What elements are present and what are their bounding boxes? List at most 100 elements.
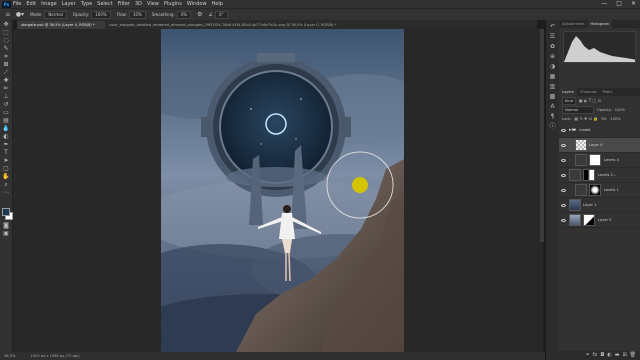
visibility-eye-icon[interactable] [561, 143, 567, 148]
new-layer-icon[interactable]: ⊞ [622, 351, 626, 360]
tab-histogram[interactable]: Histogram [587, 20, 613, 28]
rectangle-tool-icon[interactable]: ▢ [2, 165, 10, 172]
menu-help[interactable]: Help [212, 1, 223, 7]
visibility-eye-icon[interactable] [561, 203, 567, 208]
swatches-panel-icon[interactable]: ▦ [549, 74, 556, 80]
home-icon[interactable]: ⌂ [6, 11, 10, 18]
eraser-tool-icon[interactable]: ▭ [2, 109, 10, 116]
layer-row[interactable]: Levels 1 [559, 183, 640, 198]
hand-tool-icon[interactable]: ✋ [2, 173, 10, 180]
layer-row[interactable]: Levels 2... [559, 168, 640, 183]
layer-opacity-value[interactable]: 100% [615, 108, 625, 112]
opacity-field[interactable]: 100% [91, 10, 111, 19]
window-controls: — □ ✕ [601, 0, 636, 7]
adjustment-layer-icon[interactable]: ◐ [607, 351, 611, 360]
layer-row[interactable]: Layer 1 [559, 198, 640, 213]
history-brush-tool-icon[interactable]: ↺ [2, 101, 10, 108]
layer-row[interactable]: Levels 3 [559, 153, 640, 168]
visibility-eye-icon[interactable] [561, 188, 567, 193]
quick-select-tool-icon[interactable]: ✎ [2, 45, 10, 52]
canvas-scrollbar[interactable] [540, 29, 544, 242]
tab-layers[interactable]: Layers [559, 88, 577, 96]
filter-icons[interactable]: ▣ ◐ T ▢ ⊡ [579, 98, 601, 103]
fx-icon[interactable]: fx [593, 351, 598, 360]
add-mask-icon[interactable]: ◘ [600, 351, 604, 360]
menu-edit[interactable]: Edit [26, 1, 36, 7]
menu-layer[interactable]: Layer [62, 1, 76, 7]
menu-select[interactable]: Select [97, 1, 112, 7]
blur-tool-icon[interactable]: 💧 [2, 125, 10, 132]
menu-type[interactable]: Type [81, 1, 92, 7]
screen-mode-icon[interactable]: ▣ [2, 230, 10, 237]
gradients-panel-icon[interactable]: ▥ [549, 84, 556, 90]
tab-adjustments[interactable]: Adjustments [559, 20, 588, 28]
pen-tool-icon[interactable]: ✒ [2, 141, 10, 148]
zoom-level[interactable]: 36,5% [4, 354, 15, 358]
quick-mask-icon[interactable]: ◙ [2, 222, 10, 229]
layer-filter-select[interactable]: Kind [562, 96, 576, 105]
tab-stargate[interactable]: stargate.psd @ 36,5% (Layer 4, RGB/8) * [17, 21, 105, 29]
clone-stamp-tool-icon[interactable]: ⊥ [2, 93, 10, 100]
marquee-tool-icon[interactable]: ⬚ [2, 29, 10, 36]
gradient-tool-icon[interactable]: ▤ [2, 117, 10, 124]
brushes-panel-icon[interactable]: ✿ [549, 44, 556, 50]
flow-field[interactable]: 10% [128, 10, 146, 19]
type-tool-icon[interactable]: T [2, 149, 10, 156]
menu-3d[interactable]: 3D [135, 1, 142, 7]
minimize-button[interactable]: — [601, 0, 607, 7]
histogram-graph [563, 31, 636, 63]
trash-icon[interactable]: 🗑 [630, 351, 636, 360]
properties-panel-icon[interactable]: ☰ [549, 34, 556, 40]
close-button[interactable]: ✕ [631, 0, 636, 7]
brush-preset-picker[interactable]: ●▾ [16, 11, 24, 18]
tab-channels[interactable]: Channels [577, 88, 600, 96]
levels-adjustment-icon [575, 184, 587, 196]
smoothing-field[interactable]: 0% [176, 10, 192, 19]
healing-brush-tool-icon[interactable]: ✚ [2, 77, 10, 84]
clone-source-icon[interactable]: ⊕ [549, 54, 556, 60]
maximize-button[interactable]: □ [616, 0, 622, 7]
visibility-eye-icon[interactable] [561, 128, 567, 133]
blend-mode-select[interactable]: Normal [562, 105, 594, 114]
menu-filter[interactable]: Filter [118, 1, 130, 7]
eyedropper-tool-icon[interactable]: ⟋ [2, 69, 10, 76]
history-panel-icon[interactable]: ↶ [549, 24, 556, 30]
mode-select[interactable]: Normal [44, 10, 67, 19]
character-panel-icon[interactable]: A [549, 104, 556, 110]
visibility-eye-icon[interactable] [561, 158, 567, 163]
menu-file[interactable]: File [13, 1, 21, 7]
layer-row[interactable]: Layer 4 [559, 138, 640, 153]
color-panel-icon[interactable]: ◑ [549, 64, 556, 70]
layer-row[interactable]: ▸▬ model [559, 123, 640, 138]
angle-field[interactable]: 0° [215, 10, 228, 19]
tab-color-stargate[interactable]: color_stargate_detailed_rendered_etherea… [105, 21, 373, 29]
frame-tool-icon[interactable]: ⊠ [2, 61, 10, 68]
menu-window[interactable]: Window [187, 1, 207, 7]
fill-value[interactable]: 100% [610, 117, 620, 121]
document-info[interactable]: 1920 px x 1080 px (72 ppi) [31, 354, 80, 358]
brush-tool-icon[interactable]: ✏ [2, 85, 10, 92]
menu-plugins[interactable]: Plugins [164, 1, 182, 7]
zoom-tool-icon[interactable]: ⌕ [2, 181, 10, 188]
paragraph-panel-icon[interactable]: ¶ [549, 114, 556, 120]
patterns-panel-icon[interactable]: ▩ [549, 94, 556, 100]
menu-image[interactable]: Image [41, 1, 57, 7]
visibility-eye-icon[interactable] [561, 218, 567, 223]
menu-view[interactable]: View [147, 1, 159, 7]
link-layers-icon[interactable]: ⚭ [585, 351, 589, 360]
visibility-eye-icon[interactable] [561, 173, 567, 178]
lock-icons[interactable]: ▦ ✎ ✥ ⊡ 🔒 [574, 116, 598, 121]
more-tools-icon[interactable]: ⋯ [2, 189, 10, 196]
smoothing-label: Smoothing: [151, 12, 175, 17]
gear-icon[interactable]: ⚙ [197, 11, 202, 18]
path-select-tool-icon[interactable]: ➤ [2, 157, 10, 164]
foreground-color-swatch[interactable] [2, 208, 10, 216]
crop-tool-icon[interactable]: ⌗ [2, 53, 10, 60]
lasso-tool-icon[interactable]: ◌ [2, 37, 10, 44]
info-panel-icon[interactable]: ⓘ [549, 124, 556, 130]
tab-paths[interactable]: Paths [600, 88, 616, 96]
move-tool-icon[interactable]: ✥ [2, 21, 10, 28]
new-group-icon[interactable]: ▬ [615, 351, 620, 360]
dodge-tool-icon[interactable]: ◐ [2, 133, 10, 140]
layer-row[interactable]: Layer 0 [559, 213, 640, 228]
